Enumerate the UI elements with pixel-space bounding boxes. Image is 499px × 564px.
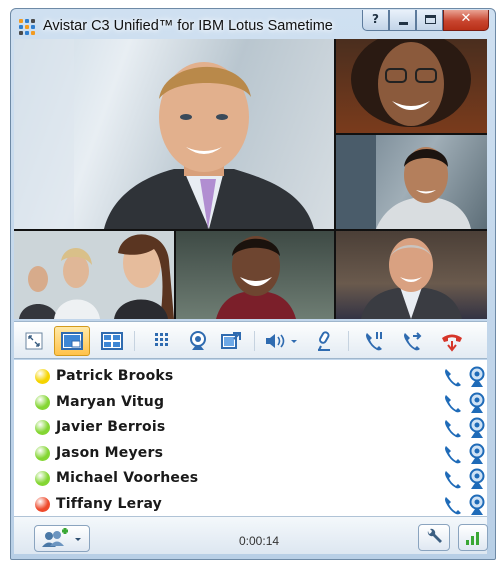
webcam-button[interactable] [184, 328, 212, 354]
participant-name: Michael Voorhees [56, 470, 199, 486]
webcam-icon[interactable] [468, 392, 486, 414]
add-participant-button[interactable] [34, 525, 90, 552]
hold-call-icon [366, 332, 382, 351]
phone-icon[interactable] [442, 444, 462, 464]
window-title: Avistar C3 Unified™ for IBM Lotus Sameti… [43, 18, 333, 34]
smiling-man-video[interactable] [176, 231, 334, 319]
participant-name: Jason Meyers [56, 444, 164, 461]
presence-status-icon [35, 496, 50, 512]
app-window: Avistar C3 Unified™ for IBM Lotus Sameti… [10, 8, 496, 560]
phone-icon[interactable] [442, 393, 462, 413]
presence-status-icon [35, 445, 50, 461]
call-toolbar [14, 321, 487, 359]
phone-icon[interactable] [442, 418, 462, 438]
microphone-button[interactable] [310, 328, 338, 354]
transfer-call-icon [404, 332, 422, 351]
transfer-call-button[interactable] [398, 328, 426, 354]
hold-call-button[interactable] [360, 328, 388, 354]
keypad-icon [155, 333, 168, 346]
video-grid [14, 39, 487, 319]
participant-row[interactable]: Michael Voorhees [14, 466, 487, 491]
participant-row[interactable]: Maryan Vitug [14, 390, 487, 415]
participant-name: Maryan Vitug [56, 393, 165, 410]
webcam-icon[interactable] [468, 494, 486, 516]
signal-bars-icon [466, 532, 479, 545]
signal-strength-button[interactable] [458, 524, 488, 551]
call-timer: 0:00:14 [239, 534, 280, 548]
participant-row[interactable]: Javier Berrois [14, 415, 487, 440]
settings-button[interactable] [418, 524, 450, 551]
keypad-button[interactable] [148, 328, 176, 354]
main-speaker-video[interactable] [14, 39, 334, 229]
participant-row[interactable]: Patrick Brooks [14, 364, 487, 389]
maximize-icon [425, 15, 436, 24]
share-screen-icon [221, 332, 241, 349]
end-call-button[interactable] [438, 328, 466, 354]
webcam-icon[interactable] [468, 468, 486, 490]
picture-in-picture-button[interactable] [54, 326, 90, 356]
fullscreen-icon [25, 332, 43, 350]
maximize-button[interactable] [416, 10, 443, 31]
participant-name: Javier Berrois [56, 419, 166, 435]
young-man-video[interactable] [336, 135, 487, 229]
participant-name: Patrick Brooks [56, 368, 174, 384]
end-call-icon [442, 334, 462, 352]
minimize-button[interactable] [389, 10, 416, 31]
webcam-icon [190, 331, 206, 350]
presence-status-icon [35, 420, 50, 435]
speaker-volume-icon [266, 334, 297, 348]
phone-icon[interactable] [442, 495, 462, 515]
participant-name: Tiffany Leray [56, 495, 163, 512]
grid-layout-button[interactable] [98, 328, 126, 354]
close-icon: ✕ [460, 11, 472, 26]
phone-icon[interactable] [442, 469, 462, 489]
presence-status-icon [35, 394, 50, 410]
webcam-icon[interactable] [468, 366, 486, 388]
presence-status-icon [35, 471, 50, 486]
participant-list: Patrick Brooks Maryan Vitug Javier Berrois… [14, 360, 487, 516]
participant-row[interactable]: Jason Meyers [14, 441, 487, 466]
webcam-icon[interactable] [468, 443, 486, 465]
phone-icon[interactable] [442, 367, 462, 387]
picture-in-picture-icon [61, 332, 83, 350]
bald-man-video[interactable] [336, 231, 487, 319]
speaker-volume-button[interactable] [262, 328, 302, 354]
fullscreen-button[interactable] [20, 328, 48, 354]
participant-row[interactable]: Tiffany Leray [14, 492, 487, 517]
add-people-icon [42, 528, 81, 547]
group-video[interactable] [14, 231, 174, 319]
status-bar: 0:00:14 [14, 516, 488, 554]
wrench-icon [427, 528, 442, 543]
share-screen-button[interactable] [218, 328, 246, 354]
minimize-icon [399, 22, 408, 25]
presence-status-icon [35, 369, 50, 384]
help-button[interactable]: ? [362, 10, 389, 31]
app-logo-icon [19, 19, 35, 35]
close-button[interactable]: ✕ [443, 10, 489, 31]
microphone-icon [318, 331, 330, 351]
grid-layout-icon [101, 332, 123, 350]
woman-glasses-video[interactable] [336, 39, 487, 133]
webcam-icon[interactable] [468, 417, 486, 439]
